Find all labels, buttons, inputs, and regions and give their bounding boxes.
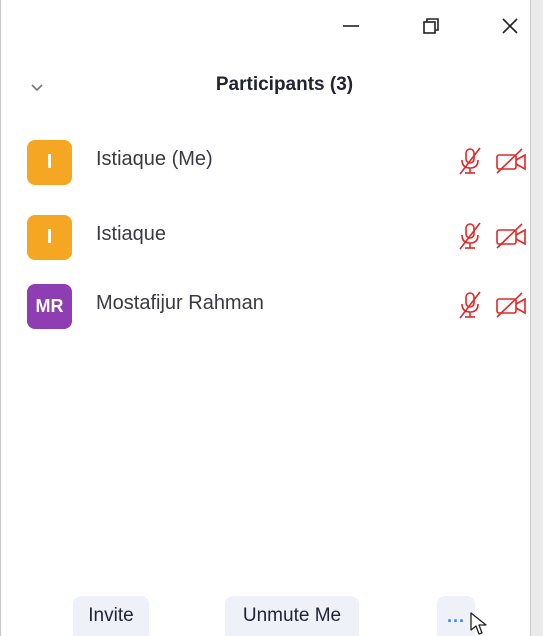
video-off-icon[interactable] — [494, 221, 528, 251]
invite-button[interactable]: Invite — [73, 596, 149, 636]
participants-window: Participants (3) I Istiaque (Me) I Istia… — [0, 0, 531, 636]
panel-title: Participants (3) — [215, 74, 354, 95]
mouse-pointer-icon — [470, 612, 487, 635]
mic-muted-icon[interactable] — [456, 146, 484, 176]
video-off-icon[interactable] — [494, 146, 528, 176]
minimize-button[interactable] — [331, 8, 371, 44]
avatar: I — [27, 215, 72, 260]
participant-name: Istiaque — [96, 223, 167, 245]
panel-header: Participants (3) — [1, 68, 532, 106]
avatar: MR — [27, 284, 72, 329]
mic-muted-icon[interactable] — [456, 290, 484, 320]
restore-button[interactable] — [411, 8, 451, 44]
participant-row[interactable]: MR Mostafijur Rahman — [1, 272, 532, 336]
minimize-icon — [343, 25, 359, 27]
participant-name: Istiaque (Me) — [96, 148, 213, 170]
video-off-icon[interactable] — [494, 290, 528, 320]
participant-name: Mostafijur Rahman — [96, 292, 264, 314]
window-edge — [531, 0, 543, 636]
unmute-button[interactable]: Unmute Me — [225, 596, 359, 636]
close-button[interactable] — [490, 8, 530, 44]
avatar: I — [27, 140, 72, 185]
participant-row[interactable]: I Istiaque (Me) — [1, 128, 532, 192]
participant-row[interactable]: I Istiaque — [1, 203, 532, 267]
close-icon — [502, 18, 518, 34]
restore-icon — [423, 18, 439, 34]
mic-muted-icon[interactable] — [456, 221, 484, 251]
